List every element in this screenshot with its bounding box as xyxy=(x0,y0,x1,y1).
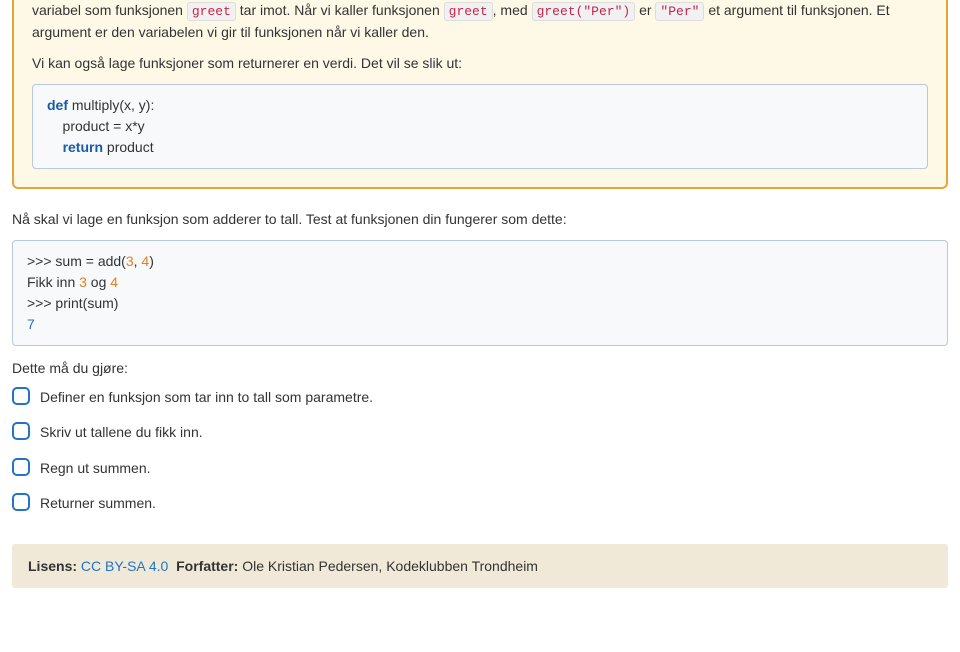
checklist-item: Returner summen. xyxy=(40,494,948,514)
code-greet-call: greet("Per") xyxy=(532,2,636,21)
code-per: "Per" xyxy=(655,2,704,21)
code-block-add-example: >>> sum = add(3, 4) Fikk inn 3 og 4 >>> … xyxy=(12,240,948,346)
checkbox-icon[interactable] xyxy=(12,422,30,440)
text: variabel som funksjonen xyxy=(32,2,187,18)
checkbox-icon[interactable] xyxy=(12,493,30,511)
checklist-item-label: Skriv ut tallene du fikk inn. xyxy=(40,424,203,440)
license-label: Lisens: xyxy=(28,558,77,574)
code-text: >>> print(sum) xyxy=(27,295,118,311)
code-greet-1: greet xyxy=(187,2,236,21)
todo-heading: Dette må du gjøre: xyxy=(12,360,948,376)
checkbox-icon[interactable] xyxy=(12,387,30,405)
code-greet-2: greet xyxy=(444,2,493,21)
code-block-multiply: def multiply(x, y): product = x*y return… xyxy=(32,84,928,169)
text: tar imot. Når vi kaller funksjonen xyxy=(236,2,444,18)
license-link[interactable]: CC BY-SA 4.0 xyxy=(81,558,168,574)
code-text: ) xyxy=(149,253,154,269)
author-label: Forfatter: xyxy=(176,558,238,574)
author-value: Ole Kristian Pedersen, Kodeklubben Trond… xyxy=(242,558,538,574)
code-indent xyxy=(47,139,63,155)
text: er xyxy=(635,2,655,18)
checklist-item: Skriv ut tallene du fikk inn. xyxy=(40,423,948,443)
code-text: product xyxy=(103,139,154,155)
checklist-item: Definer en funksjon som tar inn to tall … xyxy=(40,388,948,408)
checklist: Definer en funksjon som tar inn to tall … xyxy=(12,388,948,514)
number-literal: 4 xyxy=(110,274,118,290)
keyword-return: return xyxy=(63,139,103,155)
number-literal: 3 xyxy=(79,274,87,290)
checklist-item-label: Returner summen. xyxy=(40,495,156,511)
info-box: variabel som funksjonen greet tar imot. … xyxy=(12,0,948,189)
output-text: og xyxy=(87,274,110,290)
task-intro: Nå skal vi lage en funksjon som adderer … xyxy=(12,209,948,230)
intro-paragraph-1: variabel som funksjonen greet tar imot. … xyxy=(32,0,928,43)
footer: Lisens: CC BY-SA 4.0 Forfatter: Ole Kris… xyxy=(12,544,948,588)
output-value: 7 xyxy=(27,316,35,332)
intro-paragraph-2: Vi kan også lage funksjoner som returner… xyxy=(32,53,928,74)
checklist-item: Regn ut summen. xyxy=(40,459,948,479)
code-text: >>> sum = add( xyxy=(27,253,126,269)
output-text: Fikk inn xyxy=(27,274,79,290)
number-literal: 3 xyxy=(126,253,134,269)
text: , med xyxy=(493,2,532,18)
code-text: multiply(x, y): xyxy=(68,97,154,113)
checklist-item-label: Regn ut summen. xyxy=(40,460,151,476)
code-text: product = x*y xyxy=(47,118,145,134)
keyword-def: def xyxy=(47,97,68,113)
checklist-item-label: Definer en funksjon som tar inn to tall … xyxy=(40,389,373,405)
checkbox-icon[interactable] xyxy=(12,458,30,476)
